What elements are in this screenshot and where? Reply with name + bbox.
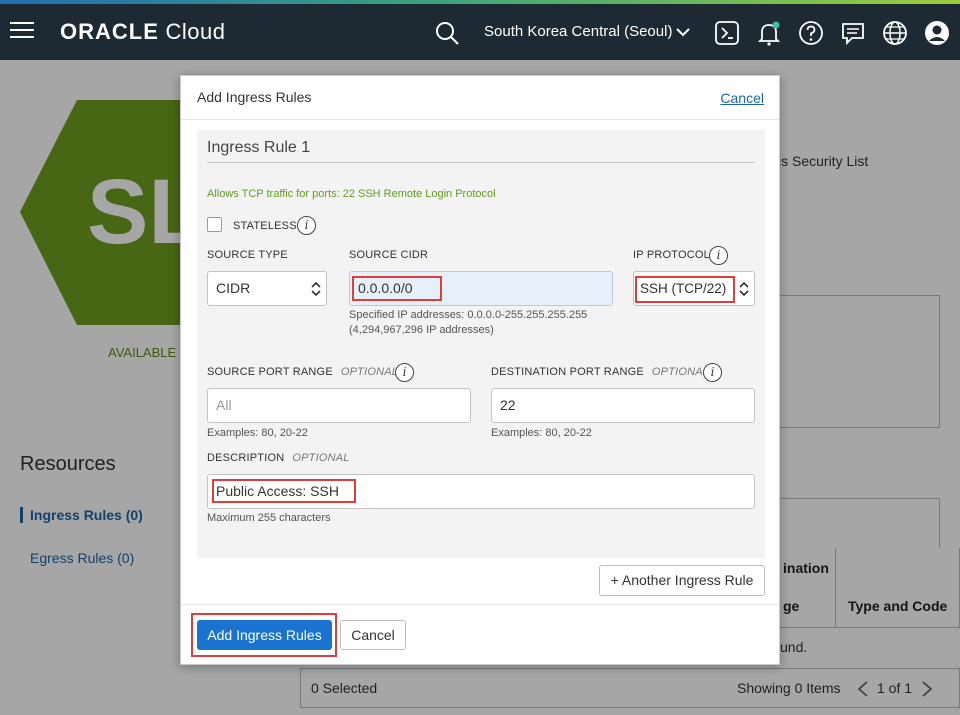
info-icon[interactable]: i bbox=[395, 363, 414, 382]
ip-protocol-label: IP PROTOCOL bbox=[633, 249, 710, 261]
ip-protocol-value: SSH (TCP/22) bbox=[640, 281, 727, 296]
brand-logo[interactable]: ORACLE Cloud bbox=[60, 19, 226, 45]
info-icon[interactable]: i bbox=[709, 246, 728, 265]
source-cidr-hint-count: (4,294,967,296 IP addresses) bbox=[349, 324, 494, 336]
top-navigation-bar: ORACLE Cloud South Korea Central (Seoul) bbox=[0, 4, 960, 60]
info-icon[interactable]: i bbox=[703, 363, 722, 382]
dialog-header: Add Ingress Rules Cancel bbox=[181, 76, 779, 120]
bell-icon[interactable] bbox=[756, 20, 782, 46]
cancel-link[interactable]: Cancel bbox=[720, 90, 764, 106]
rule-summary-text: Allows TCP traffic for ports: 22 SSH Rem… bbox=[207, 188, 496, 200]
dialog-footer-divider bbox=[181, 604, 779, 605]
optional-label: OPTIONAL bbox=[292, 452, 350, 464]
search-icon[interactable] bbox=[434, 20, 460, 46]
destination-port-range-label: DESTINATION PORT RANGE OPTIONAL bbox=[491, 366, 709, 378]
description-input[interactable]: Public Access: SSH bbox=[207, 474, 755, 509]
optional-label: OPTIONAL bbox=[651, 366, 710, 378]
info-icon[interactable]: i bbox=[297, 216, 316, 235]
cloud-shell-icon[interactable] bbox=[714, 20, 740, 46]
ip-protocol-select[interactable]: SSH (TCP/22) bbox=[633, 271, 755, 306]
rule-divider bbox=[207, 162, 755, 163]
destination-port-hint: Examples: 80, 20-22 bbox=[491, 427, 592, 439]
ingress-rule-panel: Ingress Rule 1 Allows TCP traffic for po… bbox=[197, 130, 765, 558]
description-hint: Maximum 255 characters bbox=[207, 512, 331, 524]
dialog-title: Add Ingress Rules bbox=[197, 89, 312, 105]
add-another-ingress-rule-button[interactable]: + Another Ingress Rule bbox=[599, 565, 765, 596]
stateless-checkbox[interactable] bbox=[207, 217, 222, 232]
destination-port-range-input[interactable]: 22 bbox=[491, 388, 755, 423]
add-ingress-rules-dialog: Add Ingress Rules Cancel Ingress Rule 1 … bbox=[180, 75, 780, 665]
brand-logo-oracle: ORACLE bbox=[60, 19, 159, 44]
brand-logo-cloud: Cloud bbox=[165, 19, 226, 44]
source-type-value: CIDR bbox=[216, 280, 251, 296]
source-port-range-input[interactable]: All bbox=[207, 388, 471, 423]
region-label: South Korea Central (Seoul) bbox=[484, 23, 673, 40]
globe-icon[interactable] bbox=[882, 20, 908, 46]
source-cidr-hint: Specified IP addresses: 0.0.0.0-255.255.… bbox=[349, 309, 588, 321]
chat-icon[interactable] bbox=[840, 20, 866, 46]
select-arrows-icon bbox=[739, 281, 749, 297]
description-label-text: DESCRIPTION bbox=[207, 452, 285, 464]
help-icon[interactable] bbox=[798, 20, 824, 46]
source-port-hint: Examples: 80, 20-22 bbox=[207, 427, 308, 439]
source-port-range-label-text: SOURCE PORT RANGE bbox=[207, 366, 333, 378]
source-type-select[interactable]: CIDR bbox=[207, 271, 327, 306]
source-port-range-label: SOURCE PORT RANGE OPTIONAL bbox=[207, 366, 398, 378]
optional-label: OPTIONAL bbox=[340, 366, 399, 378]
chevron-down-icon bbox=[676, 28, 691, 37]
stateless-label: STATELESS bbox=[233, 220, 297, 232]
description-label: DESCRIPTION OPTIONAL bbox=[207, 452, 350, 464]
cancel-button[interactable]: Cancel bbox=[340, 620, 406, 650]
rule-title: Ingress Rule 1 bbox=[207, 139, 311, 156]
region-selector[interactable]: South Korea Central (Seoul) bbox=[484, 23, 691, 40]
user-icon[interactable] bbox=[924, 20, 950, 46]
source-cidr-label: SOURCE CIDR bbox=[349, 249, 429, 261]
add-ingress-rules-button[interactable]: Add Ingress Rules bbox=[197, 620, 332, 650]
destination-port-range-label-text: DESTINATION PORT RANGE bbox=[491, 366, 644, 378]
source-cidr-input[interactable]: 0.0.0.0/0 bbox=[349, 271, 613, 306]
select-arrows-icon bbox=[311, 281, 321, 297]
menu-icon[interactable] bbox=[10, 22, 34, 40]
source-type-label: SOURCE TYPE bbox=[207, 249, 288, 261]
